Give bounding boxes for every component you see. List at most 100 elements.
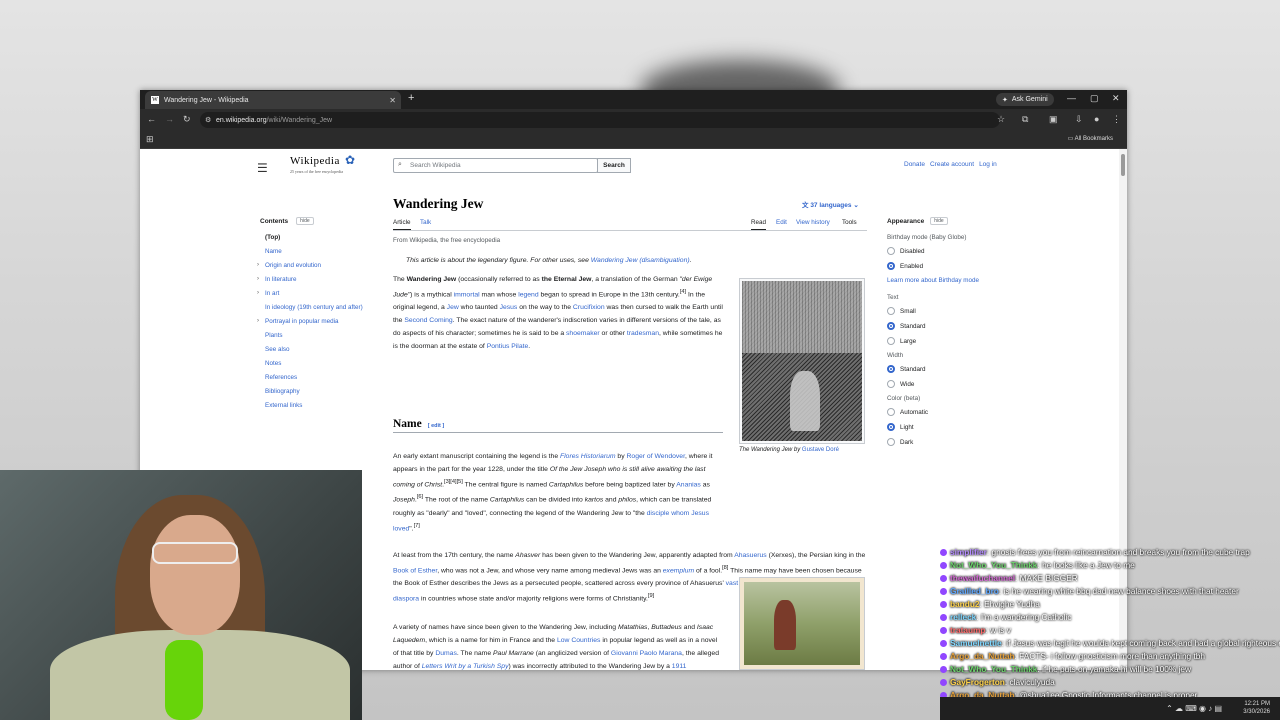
- toc-label: Origin and evolution: [265, 262, 322, 269]
- minimize-icon[interactable]: —: [1067, 93, 1076, 103]
- radio-automatic[interactable]: Automatic: [887, 408, 1007, 416]
- back-icon[interactable]: ←: [147, 114, 156, 124]
- tab-article[interactable]: Article: [393, 219, 411, 230]
- new-tab-button[interactable]: +: [408, 92, 414, 104]
- toc-item-see-also[interactable]: See also: [260, 346, 365, 354]
- tab-tools[interactable]: Tools: [842, 219, 857, 226]
- radio-button-selected[interactable]: [887, 365, 895, 373]
- radio-button[interactable]: [887, 307, 895, 315]
- tab-edit[interactable]: Edit: [776, 219, 787, 226]
- radio-button[interactable]: [887, 247, 895, 255]
- chat-username[interactable]: trataump: [950, 625, 986, 635]
- chevron-right-icon[interactable]: ›: [257, 276, 259, 284]
- chevron-right-icon[interactable]: ›: [257, 262, 259, 270]
- radio-button-selected[interactable]: [887, 262, 895, 270]
- chat-username[interactable]: Samuelnettle: [950, 638, 1002, 648]
- close-tab-icon[interactable]: ✕: [389, 96, 396, 105]
- radio-label: Automatic: [900, 408, 928, 416]
- tab-read[interactable]: Read: [751, 219, 767, 230]
- chat-username[interactable]: GayFrogerton: [950, 677, 1005, 687]
- radio-large[interactable]: Large: [887, 337, 1007, 345]
- log-in-link[interactable]: Log in: [979, 161, 997, 168]
- toc-item-references[interactable]: References: [260, 374, 365, 382]
- toc-label: In literature: [265, 276, 297, 283]
- toc-item-art[interactable]: › In art: [257, 290, 365, 298]
- search-button[interactable]: Search: [597, 158, 631, 173]
- section-edit-link[interactable]: [ edit ]: [428, 423, 445, 429]
- system-tray-icons[interactable]: ⌃ ☁ ⌨ ◉ ♪ ▤: [1166, 704, 1222, 713]
- toc-item-notes[interactable]: Notes: [260, 360, 365, 368]
- radio-standard-width[interactable]: Standard: [887, 365, 1007, 373]
- donate-link[interactable]: Donate: [904, 161, 925, 168]
- bookmark-star-icon[interactable]: ☆: [997, 114, 1005, 125]
- dore-engraving-image[interactable]: [739, 278, 865, 444]
- engraving-figure: [790, 371, 820, 431]
- chat-username[interactable]: Grailled_bro: [950, 586, 999, 596]
- radio-wide[interactable]: Wide: [887, 380, 1007, 388]
- chat-username[interactable]: relleck: [950, 612, 976, 622]
- toc-item-literature[interactable]: › In literature: [257, 276, 365, 284]
- chat-username[interactable]: bandu2: [950, 599, 980, 609]
- profile-icon[interactable]: ●: [1094, 114, 1099, 124]
- radio-button[interactable]: [887, 337, 895, 345]
- menu-icon[interactable]: ⋮: [1112, 114, 1121, 125]
- hide-appearance-button[interactable]: hide: [930, 217, 948, 225]
- learn-more-birthday-link[interactable]: Learn more about Birthday mode: [887, 277, 1007, 284]
- radio-standard-text[interactable]: Standard: [887, 322, 1007, 330]
- disambiguation-link[interactable]: Wandering Jew (disambiguation): [591, 257, 690, 264]
- hide-contents-button[interactable]: hide: [296, 217, 314, 225]
- chat-username[interactable]: thewaifuchannel: [950, 573, 1015, 583]
- radio-button[interactable]: [887, 408, 895, 416]
- chat-username[interactable]: Argo_da_Nuttah: [950, 651, 1015, 661]
- toc-item-plants[interactable]: Plants: [260, 332, 365, 340]
- radio-dark[interactable]: Dark: [887, 438, 1007, 446]
- all-bookmarks-button[interactable]: ▭ All Bookmarks: [1068, 135, 1113, 142]
- browser-tab[interactable]: W Wandering Jew - Wikipedia ✕: [145, 91, 401, 109]
- apps-icon[interactable]: ⊞: [146, 134, 154, 145]
- downloads-icon[interactable]: ⇩: [1075, 114, 1083, 125]
- radio-enabled[interactable]: Enabled: [887, 262, 1007, 270]
- tab-talk[interactable]: Talk: [420, 219, 431, 226]
- toc-item-name[interactable]: Name: [260, 248, 365, 256]
- reload-icon[interactable]: ↻: [183, 114, 191, 125]
- tab-view-history[interactable]: View history: [796, 219, 830, 226]
- search-input[interactable]: ⌕ Search Wikipedia: [393, 158, 598, 173]
- toc-item-ideology[interactable]: In ideology (19th century and after): [260, 304, 365, 312]
- chat-text: claviculyuda: [1009, 677, 1055, 687]
- radio-button[interactable]: [887, 380, 895, 388]
- close-window-icon[interactable]: ✕: [1112, 93, 1120, 104]
- scrollbar-thumb[interactable]: [1121, 154, 1125, 176]
- create-account-link[interactable]: Create account: [930, 161, 974, 168]
- wikipedia-logo[interactable]: Wikipedia: [290, 155, 340, 167]
- taskbar-clock[interactable]: 12:21 PM 3/30/2026: [1243, 700, 1270, 716]
- toc-item-external-links[interactable]: External links: [260, 402, 365, 410]
- forward-icon[interactable]: →: [165, 114, 174, 124]
- tab-search-icon[interactable]: ▣: [1049, 114, 1058, 125]
- radio-button[interactable]: [887, 438, 895, 446]
- ask-gemini-button[interactable]: ✦ Ask Gemini: [996, 93, 1054, 106]
- radio-light[interactable]: Light: [887, 423, 1007, 431]
- toc-item-bibliography[interactable]: Bibliography: [260, 388, 365, 396]
- caption-link[interactable]: Gustave Doré: [802, 447, 839, 453]
- chevron-right-icon[interactable]: ›: [257, 290, 259, 298]
- chat-username[interactable]: Not_Who_You_Thinkk: [950, 664, 1037, 674]
- maximize-icon[interactable]: ▢: [1090, 93, 1099, 104]
- toc-item-portrayal[interactable]: › Portrayal in popular media: [257, 318, 365, 326]
- extensions-icon[interactable]: ⧉: [1022, 114, 1028, 125]
- chat-username[interactable]: Not_Who_You_Thinkk: [950, 560, 1037, 570]
- chevron-right-icon[interactable]: ›: [257, 318, 259, 326]
- chat-message: GayFrogerton: claviculyuda: [940, 676, 1280, 689]
- site-info-icon[interactable]: ⚙: [205, 116, 211, 124]
- toc-item-top[interactable]: (Top): [260, 234, 365, 242]
- radio-button-selected[interactable]: [887, 423, 895, 431]
- painting-image[interactable]: [739, 577, 865, 670]
- chat-username[interactable]: simplifier: [950, 547, 987, 557]
- radio-disabled[interactable]: Disabled: [887, 247, 1007, 255]
- toc-item-origin[interactable]: › Origin and evolution: [257, 262, 365, 270]
- languages-button[interactable]: 文 37 languages ⌄: [802, 199, 859, 209]
- radio-button-selected[interactable]: [887, 322, 895, 330]
- chat-text: w is v: [990, 625, 1011, 635]
- address-bar[interactable]: ⚙ en.wikipedia.org/wiki/Wandering_Jew: [200, 112, 1000, 128]
- radio-small[interactable]: Small: [887, 307, 1007, 315]
- main-menu-icon[interactable]: ☰: [257, 161, 268, 175]
